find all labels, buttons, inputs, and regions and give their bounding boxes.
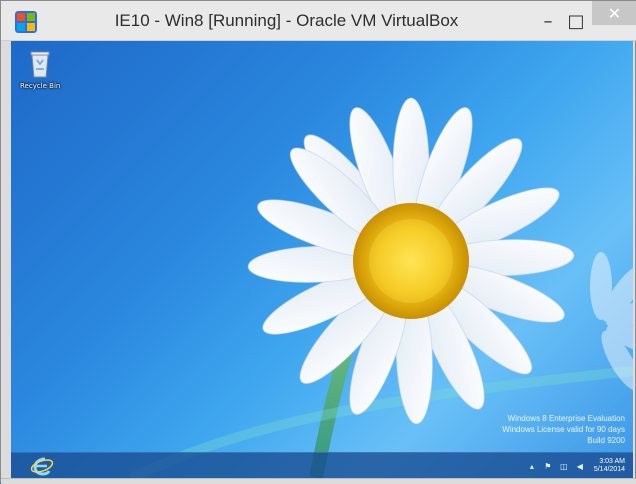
clock-date: 5/14/2014 <box>593 466 625 473</box>
watermark-line-3: Build 9200 <box>587 436 625 445</box>
volume-icon[interactable]: ◀ <box>574 460 586 472</box>
virtualbox-app-icon[interactable] <box>15 11 37 33</box>
maximize-icon: □ <box>567 10 585 32</box>
network-icon[interactable]: ◫ <box>558 460 570 472</box>
show-hidden-icons-icon[interactable]: ▴ <box>526 460 538 472</box>
internet-explorer-icon <box>30 457 54 476</box>
recycle-bin-shortcut[interactable]: Recycle Bin <box>20 49 60 93</box>
virtualbox-status-bar <box>1 478 636 484</box>
clock[interactable]: 3:03 AM 5/14/2014 <box>594 458 625 474</box>
recycle-bin-label: Recycle Bin <box>20 82 61 90</box>
window-title: IE10 - Win8 [Running] - Oracle VM Virtua… <box>114 11 459 30</box>
titlebar[interactable]: IE10 - Win8 [Running] - Oracle VM Virtua… <box>1 1 636 41</box>
close-icon: ✕ <box>607 3 622 23</box>
minimize-icon: – <box>543 10 553 32</box>
guest-desktop-screen[interactable]: Recycle Bin Windows 8 Enterprise Evaluat… <box>11 41 633 478</box>
internet-explorer-button[interactable] <box>29 455 55 477</box>
virtualbox-window: IE10 - Win8 [Running] - Oracle VM Virtua… <box>0 0 636 484</box>
windows-evaluation-watermark: Windows 8 Enterprise Evaluation Windows … <box>502 413 625 446</box>
clock-time: 3:03 AM <box>599 458 625 465</box>
taskbar[interactable]: ▴ ⚑ ◫ ◀ 3:03 AM 5/14/2014 <box>11 452 633 478</box>
maximize-button[interactable]: □ <box>557 1 595 41</box>
action-center-flag-icon[interactable]: ⚑ <box>542 460 554 472</box>
system-tray[interactable]: ▴ ⚑ ◫ ◀ 3:03 AM 5/14/2014 <box>526 453 625 478</box>
recycle-bin-icon <box>30 51 50 78</box>
watermark-line-1: Windows 8 Enterprise Evaluation <box>507 414 625 423</box>
close-button[interactable]: ✕ <box>592 1 636 25</box>
watermark-line-2: Windows License valid for 90 days <box>502 425 625 434</box>
